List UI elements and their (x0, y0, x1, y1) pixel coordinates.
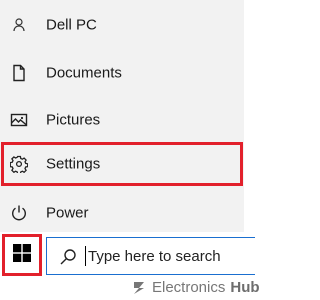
menu-item-documents[interactable]: Documents (0, 53, 244, 93)
start-menu-sidebar: Dell PC Documents Pictures Settings Powe… (0, 0, 244, 232)
pictures-icon (10, 111, 28, 129)
menu-item-settings[interactable]: Settings (1, 142, 243, 186)
start-button[interactable] (2, 234, 42, 276)
user-icon (10, 16, 28, 34)
menu-item-label: Pictures (46, 111, 101, 129)
menu-item-label: Dell PC (46, 16, 97, 34)
gear-icon (10, 155, 28, 173)
watermark-logo: Electronics Hub (132, 279, 260, 296)
windows-logo-icon (13, 243, 31, 267)
menu-item-label: Settings (46, 155, 101, 173)
text-cursor (85, 246, 86, 266)
watermark-word2: Hub (230, 279, 260, 296)
taskbar: Type here to search (0, 234, 255, 276)
electronics-hub-logo-icon (134, 281, 144, 294)
menu-item-label: Power (46, 204, 89, 222)
document-icon (10, 64, 28, 82)
menu-item-dell-pc[interactable]: Dell PC (0, 5, 244, 45)
watermark-word1: Electronics (152, 279, 226, 296)
search-icon (59, 248, 77, 266)
search-placeholder: Type here to search (88, 248, 221, 265)
menu-item-label: Documents (46, 64, 122, 82)
search-box[interactable]: Type here to search (46, 237, 255, 275)
menu-item-pictures[interactable]: Pictures (0, 100, 244, 140)
power-icon (10, 204, 28, 222)
menu-item-power[interactable]: Power (0, 193, 244, 233)
